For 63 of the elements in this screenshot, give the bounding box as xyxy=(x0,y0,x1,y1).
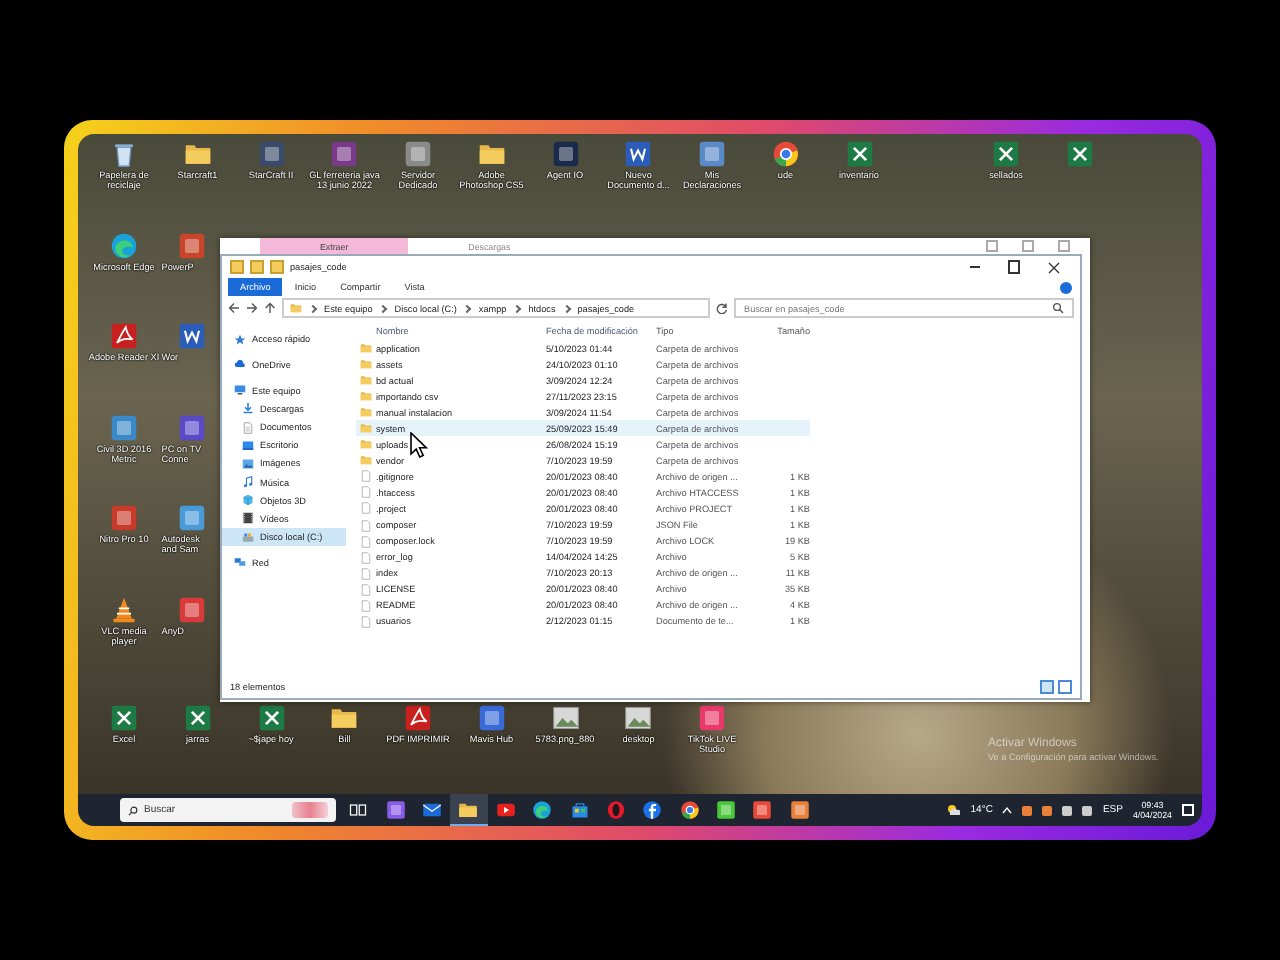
spreadsheet-icon xyxy=(183,704,212,732)
spreadsheet-icon xyxy=(1065,140,1094,168)
image-icon xyxy=(624,704,653,732)
document-icon xyxy=(242,421,254,434)
caret-icon[interactable] xyxy=(1002,806,1013,814)
folder-icon xyxy=(360,390,372,403)
folder-icon xyxy=(360,422,372,435)
image-icon xyxy=(551,704,579,732)
picture-icon xyxy=(242,457,254,470)
notification-icon[interactable] xyxy=(1182,804,1194,816)
browser-icon xyxy=(679,800,700,820)
pdf-icon xyxy=(110,322,138,350)
task-view-icon xyxy=(348,800,369,820)
mail-icon xyxy=(421,800,442,820)
ring-icon xyxy=(605,800,626,820)
folder-icon xyxy=(360,374,372,387)
recycle-bin-icon xyxy=(110,140,138,168)
play-icon xyxy=(495,800,516,820)
document-icon xyxy=(624,140,653,168)
folder-icon xyxy=(360,406,372,419)
cone-icon xyxy=(110,595,138,623)
drive-icon xyxy=(242,531,254,544)
spreadsheet-icon xyxy=(992,140,1020,168)
large-icons-view-icon[interactable] xyxy=(1058,680,1072,694)
spreadsheet-icon xyxy=(110,704,138,732)
folder-icon xyxy=(360,342,372,355)
folder-icon xyxy=(477,140,506,168)
back-arrow-icon[interactable] xyxy=(228,302,240,314)
shopping-bag-icon xyxy=(569,800,590,820)
search-icon xyxy=(128,805,138,815)
folder-icon xyxy=(183,140,212,168)
details-view-icon[interactable] xyxy=(1040,680,1054,694)
search-icon[interactable] xyxy=(1052,302,1064,314)
folder-icon xyxy=(330,704,359,732)
flower-picture-icon xyxy=(292,802,328,818)
spreadsheet-icon xyxy=(257,704,285,732)
pdf-icon xyxy=(404,704,432,732)
mouse-pointer-icon xyxy=(410,432,428,458)
taskbar-app[interactable] xyxy=(450,794,488,826)
cloud-icon xyxy=(234,358,246,371)
star-icon xyxy=(234,333,246,346)
music-note-icon xyxy=(242,476,254,489)
folder-icon xyxy=(458,799,479,819)
folder-icon xyxy=(360,358,372,371)
help-icon[interactable] xyxy=(1060,281,1072,293)
spreadsheet-icon xyxy=(845,140,873,168)
forward-arrow-icon[interactable] xyxy=(246,302,258,314)
document-icon xyxy=(177,322,206,350)
swirl-icon xyxy=(110,231,138,259)
network-icon xyxy=(234,556,246,569)
refresh-icon[interactable] xyxy=(716,302,728,314)
download-arrow-icon xyxy=(242,402,254,415)
weather-icon[interactable] xyxy=(946,804,961,816)
browser-icon xyxy=(771,140,800,168)
folder-icon xyxy=(360,454,372,467)
film-icon xyxy=(242,512,254,525)
swirl-icon xyxy=(532,800,553,820)
f-logo-icon xyxy=(642,800,663,820)
folder-icon xyxy=(290,302,302,314)
up-arrow-icon[interactable] xyxy=(264,302,276,314)
desktop-screen-icon xyxy=(242,439,254,452)
folder-icon xyxy=(360,438,372,451)
cube-icon xyxy=(242,494,254,507)
